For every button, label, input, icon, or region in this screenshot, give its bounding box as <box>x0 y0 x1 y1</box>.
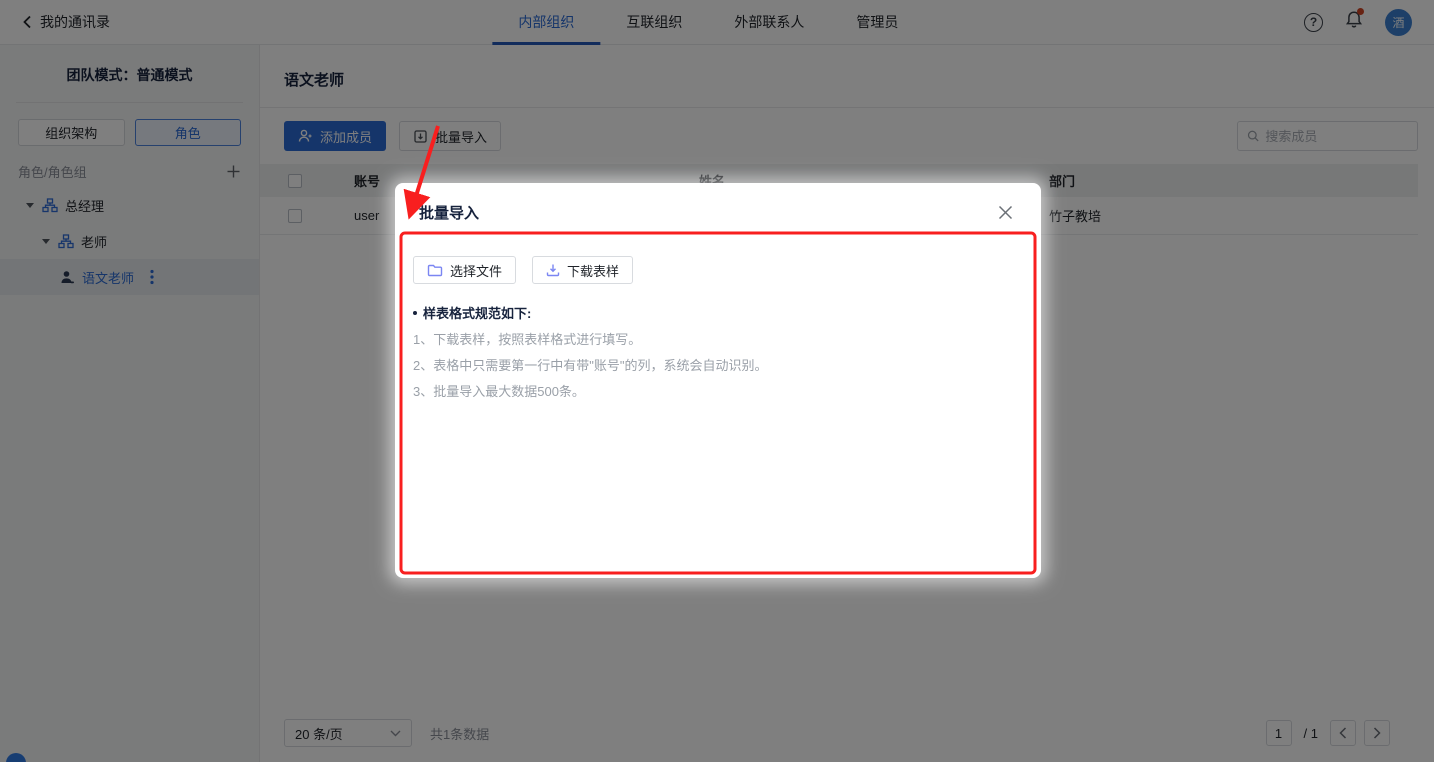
download-template-label: 下载表样 <box>567 261 619 280</box>
choose-file-label: 选择文件 <box>450 261 502 280</box>
spec-rule-2: 2、表格中只需要第一行中有带"账号"的列，系统会自动识别。 <box>413 357 1023 374</box>
modal-buttons: 选择文件 下载表样 <box>413 256 1023 284</box>
modal-header: 批量导入 <box>395 183 1041 233</box>
download-icon <box>546 263 560 277</box>
modal-body: 选择文件 下载表样 样表格式规范如下: 1、下载表样，按照表样格式进行填写。 2… <box>395 233 1041 400</box>
batch-import-modal: 批量导入 选择文件 下载表样 <box>395 183 1041 578</box>
folder-icon <box>427 264 443 277</box>
modal-title: 批量导入 <box>419 202 479 223</box>
spec-rule-3: 3、批量导入最大数据500条。 <box>413 383 1023 400</box>
spec-title-row: 样表格式规范如下: <box>413 303 1023 322</box>
spec-title: 样表格式规范如下: <box>423 303 531 322</box>
bullet-dot <box>413 311 417 315</box>
spec-rule-1: 1、下载表样，按照表样格式进行填写。 <box>413 331 1023 348</box>
close-icon[interactable] <box>996 203 1015 222</box>
choose-file-button[interactable]: 选择文件 <box>413 256 516 284</box>
download-template-button[interactable]: 下载表样 <box>532 256 633 284</box>
